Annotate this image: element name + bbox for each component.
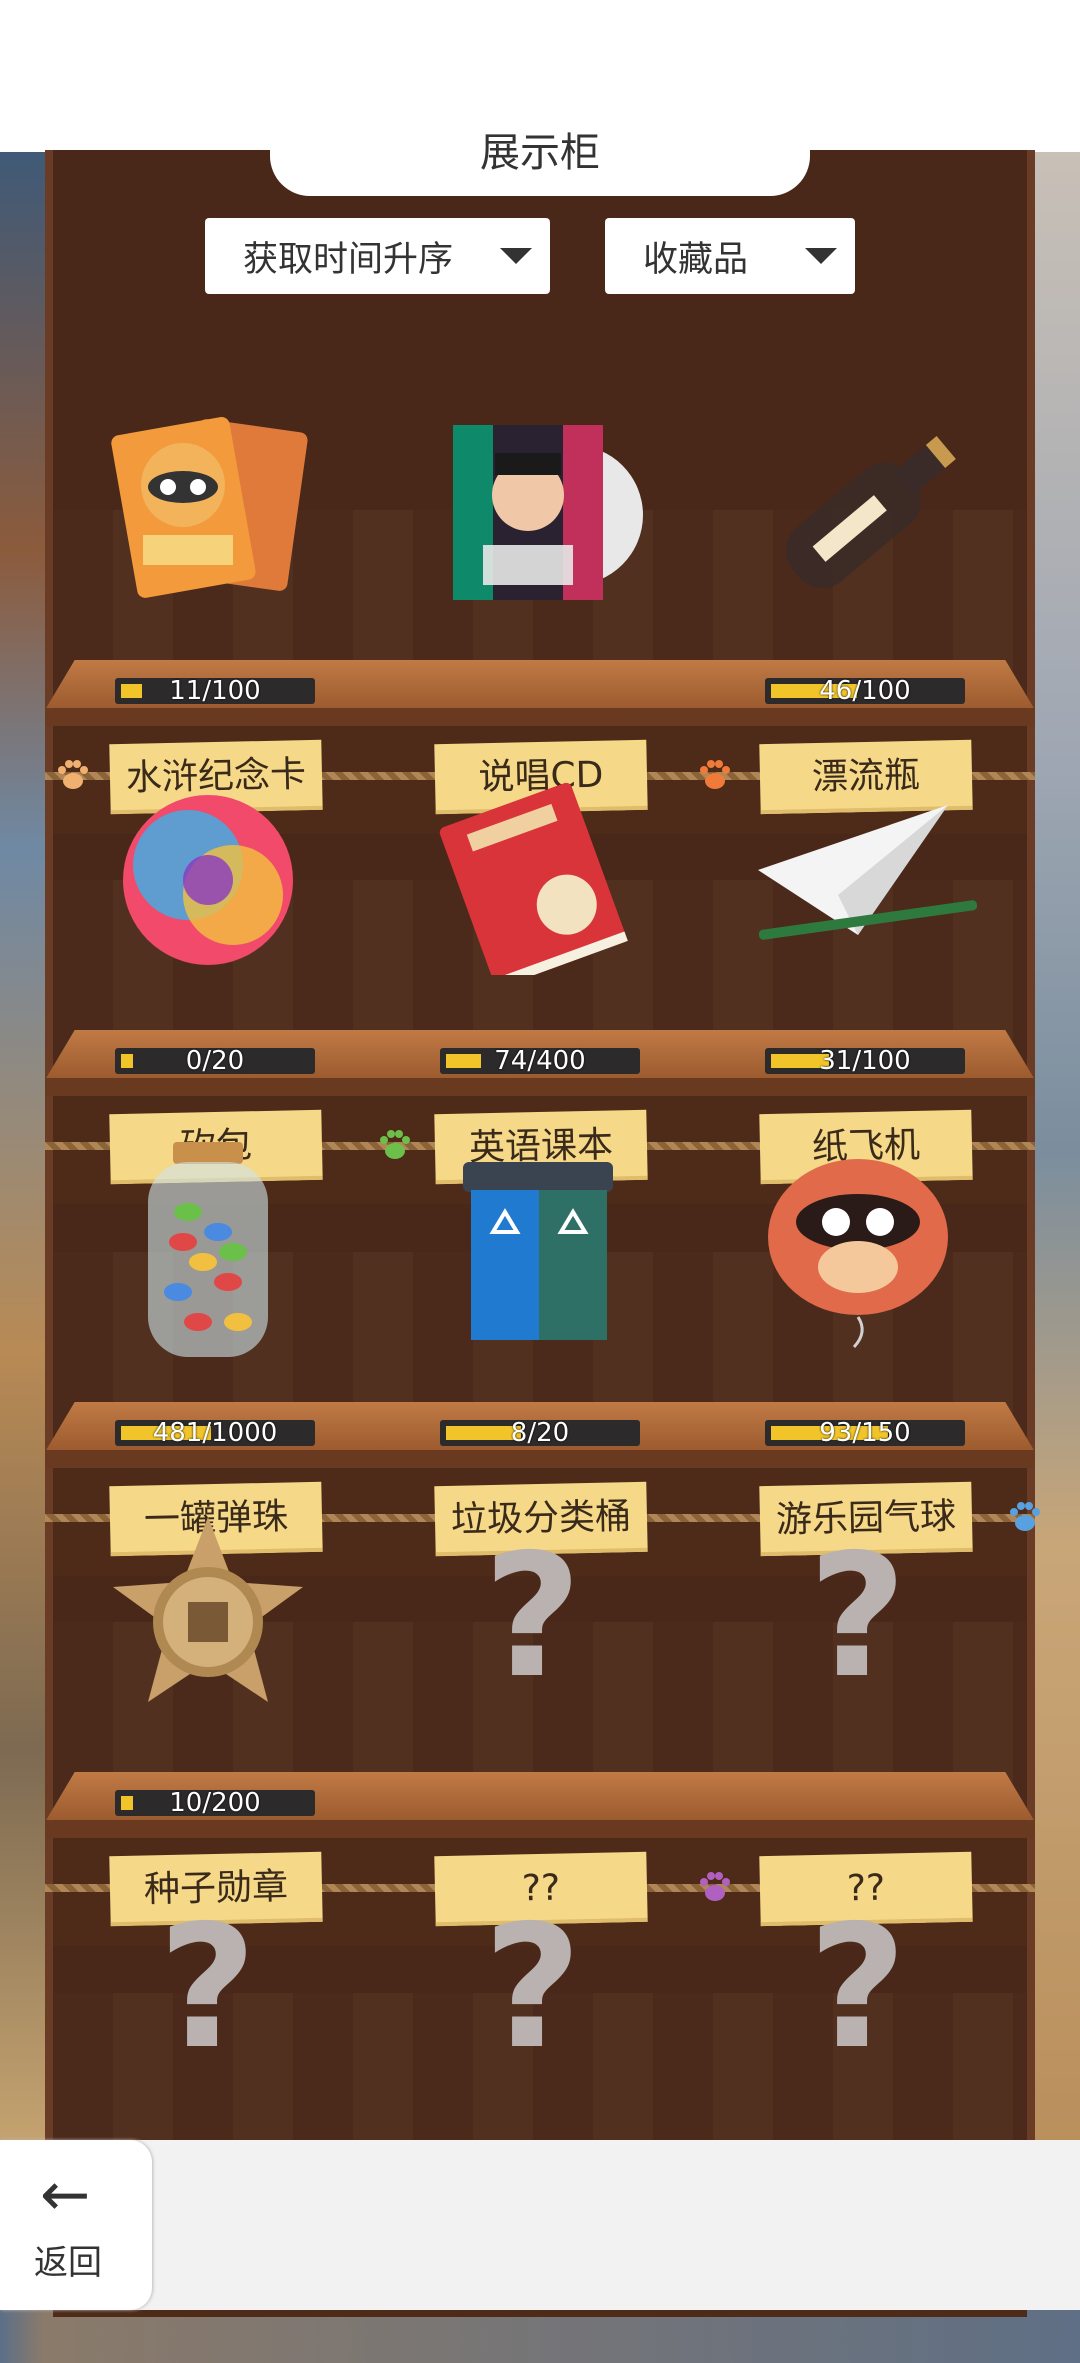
progress-bar: 46/100: [765, 678, 965, 704]
paper-plane-icon: [738, 770, 978, 980]
cd-icon: [413, 400, 653, 610]
progress-text: 481/1000: [152, 1418, 278, 1448]
question-icon: ?: [88, 1883, 328, 2093]
bottom-bar: [0, 2140, 1080, 2310]
progress-bar: 481/1000: [115, 1420, 315, 1446]
progress-bar: 31/100: [765, 1048, 965, 1074]
page-title: 展示柜: [480, 130, 600, 176]
question-mark: ?: [808, 1889, 907, 2087]
progress-text: 0/20: [185, 1046, 245, 1076]
back-button[interactable]: ← 返回: [0, 2140, 152, 2310]
progress-text: 10/200: [169, 1788, 261, 1818]
back-arrow-icon: ←: [40, 2160, 91, 2230]
paw-icon: [1005, 1497, 1045, 1537]
paw-icon: [375, 1125, 415, 1165]
sort-dropdown[interactable]: 获取时间升序: [205, 218, 550, 294]
progress-text: 8/20: [510, 1418, 570, 1448]
progress-bar: 11/100: [115, 678, 315, 704]
question-icon: ?: [738, 1883, 978, 2093]
back-label: 返回: [34, 2243, 102, 2283]
medal-icon: [88, 1512, 328, 1722]
category-dropdown-label: 收藏品: [643, 239, 749, 280]
progress-text: 93/150: [819, 1418, 911, 1448]
progress-text: 11/100: [169, 676, 261, 706]
progress-bar: 93/150: [765, 1420, 965, 1446]
sort-dropdown-label: 获取时间升序: [243, 239, 454, 280]
progress-text: 46/100: [819, 676, 911, 706]
chevron-down-icon: [500, 248, 532, 264]
question-icon: ?: [413, 1512, 653, 1722]
bottle-icon: [738, 400, 978, 610]
card-icon: [88, 400, 328, 610]
paw-icon: [695, 1867, 735, 1907]
progress-text: 31/100: [819, 1046, 911, 1076]
question-mark: ?: [483, 1889, 582, 2087]
progress-bar: 8/20: [440, 1420, 640, 1446]
balloon-icon: [738, 1142, 978, 1352]
jar-icon: [88, 1142, 328, 1357]
category-dropdown[interactable]: 收藏品: [605, 218, 855, 294]
paw-icon: [695, 755, 735, 795]
background-right: [1030, 150, 1080, 2150]
question-mark: ?: [808, 1518, 907, 1716]
progress-bar: 10/200: [115, 1790, 315, 1816]
book-icon: [413, 770, 653, 980]
trash-bin-icon: [413, 1142, 653, 1352]
progress-text: 74/400: [494, 1046, 586, 1076]
chevron-down-icon: [805, 248, 837, 264]
question-icon: ?: [413, 1883, 653, 2093]
question-mark: ?: [483, 1518, 582, 1716]
progress-bar: 74/400: [440, 1048, 640, 1074]
pompom-icon: [88, 770, 328, 980]
question-icon: ?: [738, 1512, 978, 1722]
question-mark: ?: [158, 1889, 257, 2087]
progress-bar: 0/20: [115, 1048, 315, 1074]
